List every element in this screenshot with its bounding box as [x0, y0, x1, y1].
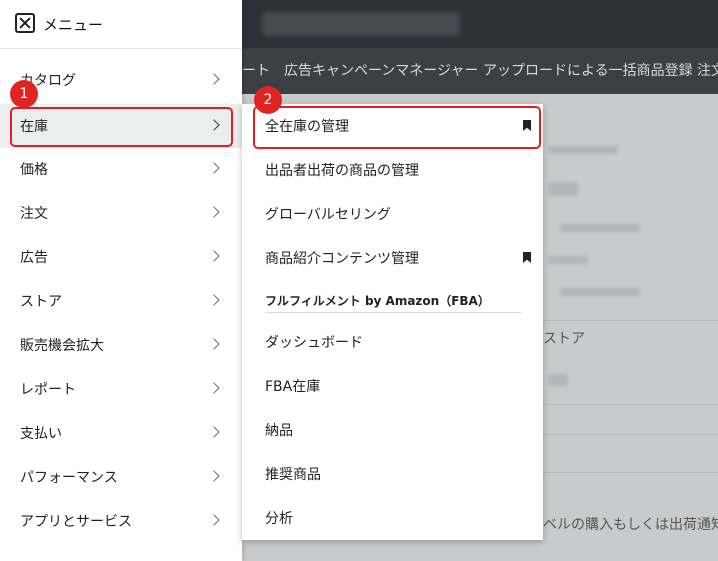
- blurred-text: [548, 182, 578, 196]
- divider: [543, 434, 718, 435]
- menu-item-apps-services[interactable]: アプリとサービス: [0, 499, 242, 543]
- submenu-item-shipments[interactable]: 納品: [242, 408, 543, 452]
- menu-item-label: ストア: [20, 294, 62, 310]
- submenu-item-label: ダッシュボード: [265, 335, 363, 351]
- submenu-item-label: FBA在庫: [265, 379, 321, 395]
- blurred-text: [548, 256, 588, 264]
- blurred-store-name: [262, 12, 460, 36]
- chevron-right-icon: [208, 382, 220, 394]
- step-badge-1: 1: [10, 80, 38, 108]
- chevron-right-icon: [208, 250, 220, 262]
- menu-item-label: 広告: [20, 250, 48, 266]
- fba-section-title: フルフィルメント by Amazon（FBA）: [265, 294, 490, 308]
- chevron-right-icon: [208, 162, 220, 174]
- menu-item-label: 注文: [20, 206, 48, 222]
- submenu-item-label: 納品: [265, 423, 293, 439]
- menu-item-label: レポート: [20, 382, 76, 398]
- blurred-text: [560, 224, 640, 232]
- submenu-item-fba-dashboard[interactable]: ダッシュボード: [242, 320, 543, 364]
- menu-item-reports[interactable]: レポート: [0, 367, 242, 411]
- menu-item-label: アプリとサービス: [20, 514, 132, 530]
- menu-item-pricing[interactable]: 価格: [0, 147, 242, 191]
- chevron-right-icon: [208, 426, 220, 438]
- nav-item-orders[interactable]: 注文: [697, 48, 718, 94]
- divider: [543, 404, 718, 405]
- background-store-label: ストア: [543, 331, 585, 347]
- blurred-text: [548, 374, 568, 386]
- submenu-item-label: 分析: [265, 511, 293, 527]
- background-notice-text: ベルの購入もしくは出荷通知: [543, 517, 718, 533]
- chevron-right-icon: [208, 514, 220, 526]
- menu-item-label: 価格: [20, 162, 48, 178]
- step-badge-2: 2: [254, 86, 282, 114]
- chevron-right-icon: [208, 294, 220, 306]
- inventory-submenu: 全在庫の管理 出品者出荷の商品の管理 グローバルセリング 商品紹介コンテンツ管理…: [242, 104, 543, 540]
- menu-item-advertising[interactable]: 広告: [0, 235, 242, 279]
- submenu-item-label: 出品者出荷の商品の管理: [265, 163, 419, 179]
- highlight-inventory: [10, 107, 233, 147]
- highlight-manage-all-inventory: [253, 106, 541, 149]
- chevron-right-icon: [208, 470, 220, 482]
- menu-header: メニュー: [0, 0, 242, 49]
- menu-title: メニュー: [43, 16, 104, 34]
- submenu-item-label: 商品紹介コンテンツ管理: [265, 251, 419, 267]
- bookmark-icon[interactable]: [523, 252, 531, 263]
- submenu-item-label: グローバルセリング: [265, 207, 391, 223]
- submenu-item-a-plus-content[interactable]: 商品紹介コンテンツ管理: [242, 236, 543, 280]
- close-icon[interactable]: [15, 13, 35, 33]
- nav-item-bulk-upload[interactable]: アップロードによる一括商品登録: [483, 48, 693, 94]
- submenu-item-label: 推奨商品: [265, 467, 321, 483]
- chevron-right-icon: [208, 73, 220, 85]
- submenu-item-fba-inventory[interactable]: FBA在庫: [242, 364, 543, 408]
- submenu-item-analytics[interactable]: 分析: [242, 496, 543, 540]
- menu-item-label: 販売機会拡大: [20, 338, 104, 354]
- chevron-right-icon: [208, 338, 220, 350]
- divider: [543, 320, 718, 321]
- nav-item-ad-campaign-manager[interactable]: 広告キャンペーンマネージャー: [284, 48, 478, 94]
- chevron-right-icon: [208, 206, 220, 218]
- menu-item-label: パフォーマンス: [20, 470, 118, 486]
- menu-item-store[interactable]: ストア: [0, 279, 242, 323]
- menu-item-payments[interactable]: 支払い: [0, 411, 242, 455]
- menu-item-growth[interactable]: 販売機会拡大: [0, 323, 242, 367]
- menu-item-label: 支払い: [20, 426, 62, 442]
- menu-item-performance[interactable]: パフォーマンス: [0, 455, 242, 499]
- submenu-item-recommended-products[interactable]: 推奨商品: [242, 452, 543, 496]
- blurred-text: [548, 146, 618, 154]
- section-divider: [265, 312, 521, 313]
- submenu-item-global-selling[interactable]: グローバルセリング: [242, 192, 543, 236]
- menu-item-orders[interactable]: 注文: [0, 191, 242, 235]
- side-menu-panel: メニュー カタログ 在庫 価格 注文 広告 ストア 販売機会拡大 レポート 支払…: [0, 0, 242, 561]
- blurred-text: [560, 288, 640, 296]
- submenu-item-manage-seller-fulfilled[interactable]: 出品者出荷の商品の管理: [242, 148, 543, 192]
